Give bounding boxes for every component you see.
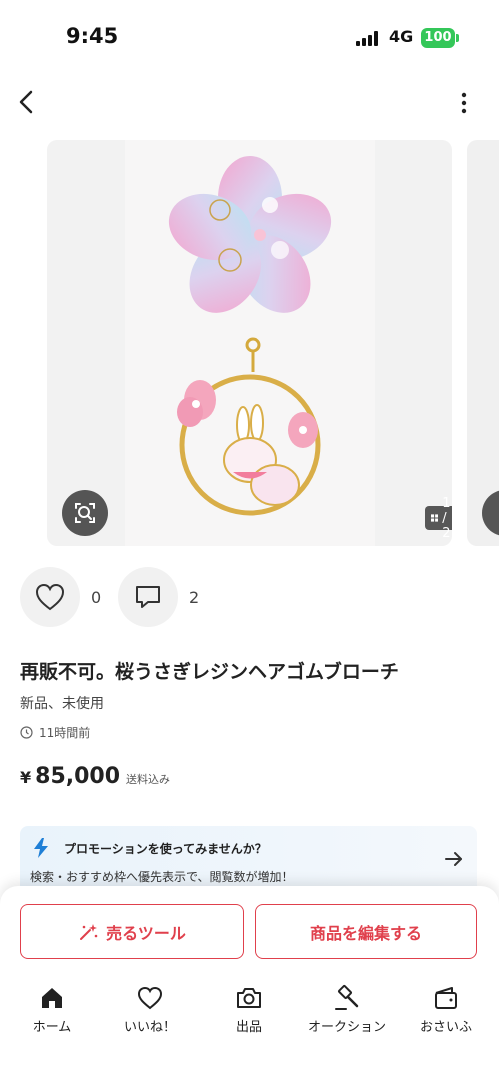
heart-outline-icon bbox=[35, 583, 65, 611]
back-button[interactable] bbox=[12, 86, 42, 118]
status-bar: 9:45 4G 100 bbox=[0, 0, 499, 72]
tab-home[interactable]: ホーム bbox=[7, 980, 97, 1040]
wallet-icon bbox=[435, 987, 457, 1009]
item-title: 再販不可。桜うさぎレジンヘアゴムブローチ bbox=[20, 661, 399, 683]
gavel-icon bbox=[335, 985, 359, 1010]
tab-likes[interactable]: いいね！ bbox=[105, 980, 195, 1040]
clock-icon bbox=[20, 726, 33, 739]
signal-icon bbox=[356, 30, 382, 46]
product-photo[interactable]: 1 / 2 bbox=[47, 140, 452, 546]
tab-home-label: ホーム bbox=[32, 1020, 72, 1035]
tab-auction-label: オークション bbox=[307, 1020, 386, 1035]
sell-tool-label: 売るツール bbox=[106, 923, 186, 943]
item-condition: 新品、未使用 bbox=[20, 696, 104, 712]
sell-tool-button[interactable]: 売るツール bbox=[20, 904, 244, 959]
sparkle-wand-icon bbox=[80, 923, 98, 940]
chevron-left-icon bbox=[19, 90, 33, 114]
comment-button[interactable] bbox=[118, 567, 178, 627]
grid-icon bbox=[431, 514, 439, 522]
posted-time-text: 11時間前 bbox=[39, 726, 91, 740]
tab-likes-label: いいね！ bbox=[123, 1020, 176, 1035]
camera-icon bbox=[237, 988, 261, 1008]
tab-listing[interactable]: 出品 bbox=[204, 980, 294, 1040]
edit-item-label: 商品を編集する bbox=[309, 923, 422, 943]
comment-icon bbox=[136, 586, 160, 608]
tab-wallet[interactable]: おさいふ bbox=[401, 980, 491, 1040]
sakura-bunny-brooch-image bbox=[168, 156, 332, 516]
image-counter-text: 1 / 2 bbox=[442, 495, 451, 541]
tab-auction[interactable]: オークション bbox=[302, 980, 392, 1040]
shipping-label: 送料込み bbox=[126, 773, 171, 786]
battery-icon: 100 bbox=[421, 28, 455, 48]
posted-time: 11時間前 bbox=[20, 724, 90, 741]
network-type: 4G bbox=[389, 27, 414, 46]
like-button[interactable] bbox=[20, 567, 80, 627]
image-search-button[interactable] bbox=[62, 490, 108, 536]
tab-wallet-label: おさいふ bbox=[419, 1020, 472, 1035]
more-vertical-icon bbox=[461, 92, 467, 114]
edit-item-button[interactable]: 商品を編集する bbox=[255, 904, 477, 959]
image-gallery[interactable]: 1 / 2 bbox=[0, 140, 499, 546]
next-product-photo[interactable] bbox=[467, 140, 499, 546]
promotion-subtitle: 検索・おすすめ枠へ優先表示で、閲覧数が増加！ bbox=[30, 870, 294, 884]
status-time: 9:45 bbox=[66, 24, 119, 48]
image-counter: 1 / 2 bbox=[425, 496, 452, 541]
tab-bar: ホーム いいね！ 出品 オークション おさいふ bbox=[0, 976, 499, 1080]
price: ¥ 85,000 送料込み bbox=[20, 764, 170, 789]
comment-count: 2 bbox=[189, 588, 200, 607]
promotion-title: プロモーションを使ってみませんか？ bbox=[64, 842, 267, 856]
arrow-right-icon bbox=[445, 852, 462, 866]
like-count: 0 bbox=[91, 588, 102, 607]
tab-listing-label: 出品 bbox=[235, 1020, 262, 1035]
battery-tip bbox=[456, 34, 459, 42]
more-options-button[interactable] bbox=[452, 88, 476, 118]
heart-icon bbox=[137, 986, 163, 1010]
lightning-icon bbox=[34, 838, 48, 858]
home-icon bbox=[42, 988, 62, 1008]
price-value: 85,000 bbox=[35, 764, 121, 789]
image-search-icon bbox=[75, 503, 95, 523]
price-currency: ¥ bbox=[20, 768, 32, 787]
